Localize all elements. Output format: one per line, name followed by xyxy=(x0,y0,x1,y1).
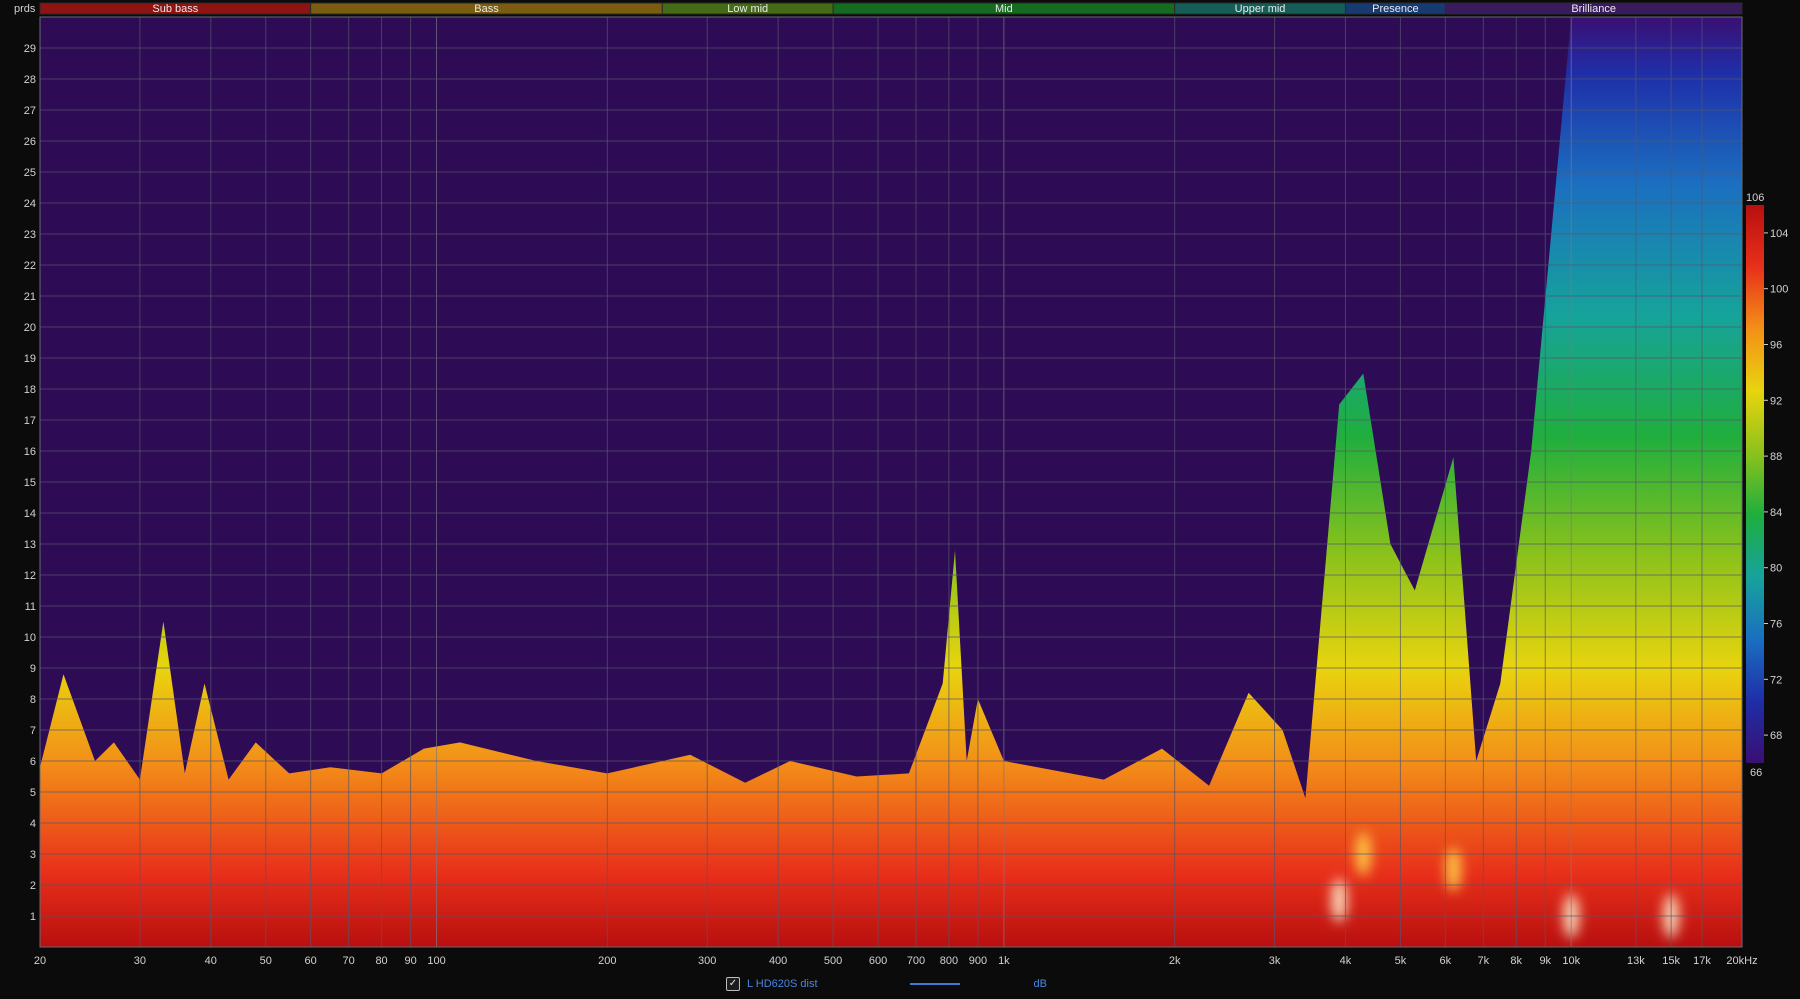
y-tick-label: 3 xyxy=(30,849,36,861)
scale-tick-label: 100 xyxy=(1770,284,1788,296)
y-tick-label: 21 xyxy=(24,291,36,303)
x-tick-label: 900 xyxy=(969,955,987,967)
y-tick-label: 17 xyxy=(24,415,36,427)
y-tick-label: 14 xyxy=(24,508,36,520)
band-label: Brilliance xyxy=(1571,3,1616,15)
x-tick-label: 9k xyxy=(1539,955,1551,967)
x-tick-label: 4k xyxy=(1340,955,1352,967)
series-label[interactable]: L HD620S dist xyxy=(747,978,818,990)
y-tick-label: 15 xyxy=(24,477,36,489)
x-tick-label: 17k xyxy=(1693,955,1711,967)
x-tick-label: 8k xyxy=(1510,955,1522,967)
scale-tick-label: 72 xyxy=(1770,674,1782,686)
y-tick-label: 23 xyxy=(24,229,36,241)
y-tick-label: 6 xyxy=(30,756,36,768)
y-tick-label: 29 xyxy=(24,43,36,55)
y-tick-label: 16 xyxy=(24,446,36,458)
x-tick-label: 400 xyxy=(769,955,787,967)
scale-tick-label: 96 xyxy=(1770,340,1782,352)
x-tick-label: 100 xyxy=(427,955,445,967)
y-tick-label: 11 xyxy=(25,601,36,613)
band-label: Mid xyxy=(995,3,1013,15)
x-tick-label: 700 xyxy=(907,955,925,967)
scale-tick-label: 80 xyxy=(1770,563,1782,575)
band-label: Upper mid xyxy=(1235,3,1286,15)
x-tick-label: 200 xyxy=(598,955,616,967)
y-tick-label: 10 xyxy=(24,632,36,644)
x-tick-label: 300 xyxy=(698,955,716,967)
y-tick-label: 13 xyxy=(24,539,36,551)
x-tick-label: 40 xyxy=(205,955,217,967)
y-tick-label: 28 xyxy=(24,74,36,86)
x-tick-label: 15k xyxy=(1662,955,1680,967)
x-tick-label: 20kHz xyxy=(1726,955,1757,967)
y-tick-label: 8 xyxy=(30,694,36,706)
y-tick-label: 25 xyxy=(24,167,36,179)
x-tick-label: 20 xyxy=(34,955,46,967)
y-tick-label: 27 xyxy=(24,105,36,117)
x-tick-label: 30 xyxy=(134,955,146,967)
y-tick-label: 26 xyxy=(24,136,36,148)
x-tick-label: 90 xyxy=(404,955,416,967)
x-tick-label: 3k xyxy=(1269,955,1281,967)
y-tick-label: 2 xyxy=(30,880,36,892)
series-line-swatch xyxy=(909,983,960,985)
band-label: Low mid xyxy=(727,3,768,15)
band-label: Bass xyxy=(474,3,499,15)
x-tick-label: 600 xyxy=(869,955,887,967)
x-tick-label: 50 xyxy=(260,955,272,967)
x-tick-label: 1k xyxy=(998,955,1010,967)
scale-tick-label: 104 xyxy=(1770,228,1788,240)
scale-tick-label: 68 xyxy=(1770,730,1782,742)
y-tick-label: 7 xyxy=(30,725,36,737)
scale-tick-label: 92 xyxy=(1770,395,1782,407)
x-tick-label: 800 xyxy=(940,955,958,967)
color-scale-bar xyxy=(1746,205,1764,763)
y-tick-label: 12 xyxy=(24,570,36,582)
check-icon: ✓ xyxy=(728,978,738,989)
legend: ✓ L HD620S dist dB xyxy=(726,975,1047,993)
y-tick-label: 19 xyxy=(24,353,36,365)
color-scale-max: 106 xyxy=(1746,192,1764,204)
scale-tick-label: 76 xyxy=(1770,619,1782,631)
frequency-band-bar: Sub bass Bass Low mid Mid Upper mid Presence B… xyxy=(39,2,1743,15)
y-tick-label: 22 xyxy=(24,260,36,272)
x-tick-label: 2k xyxy=(1169,955,1181,967)
x-tick-label: 500 xyxy=(824,955,842,967)
y-tick-label: 1 xyxy=(30,911,36,923)
y-tick-label: 4 xyxy=(30,818,36,830)
spectrogram-chart: Sub bass Bass Low mid Mid Upper mid Presence B… xyxy=(0,0,1800,999)
scale-tick-label: 88 xyxy=(1770,451,1782,463)
y-axis-title: prds xyxy=(14,3,36,15)
x-tick-label: 70 xyxy=(343,955,355,967)
x-tick-label: 13k xyxy=(1627,955,1645,967)
x-tick-label: 6k xyxy=(1440,955,1452,967)
scale-tick-label: 84 xyxy=(1770,507,1782,519)
band-label: Presence xyxy=(1372,3,1418,15)
x-tick-label: 60 xyxy=(305,955,317,967)
series-checkbox[interactable]: ✓ xyxy=(726,977,740,991)
series-unit: dB xyxy=(1033,978,1047,990)
x-tick-label: 80 xyxy=(375,955,387,967)
x-tick-label: 10k xyxy=(1562,955,1580,967)
y-tick-label: 24 xyxy=(24,198,36,210)
x-tick-label: 5k xyxy=(1395,955,1407,967)
color-scale-min: 66 xyxy=(1750,767,1762,779)
y-tick-label: 20 xyxy=(24,322,36,334)
y-tick-label: 5 xyxy=(30,787,36,799)
y-tick-label: 9 xyxy=(30,663,36,675)
x-tick-label: 7k xyxy=(1478,955,1490,967)
band-label: Sub bass xyxy=(152,3,198,15)
y-tick-label: 18 xyxy=(24,384,36,396)
